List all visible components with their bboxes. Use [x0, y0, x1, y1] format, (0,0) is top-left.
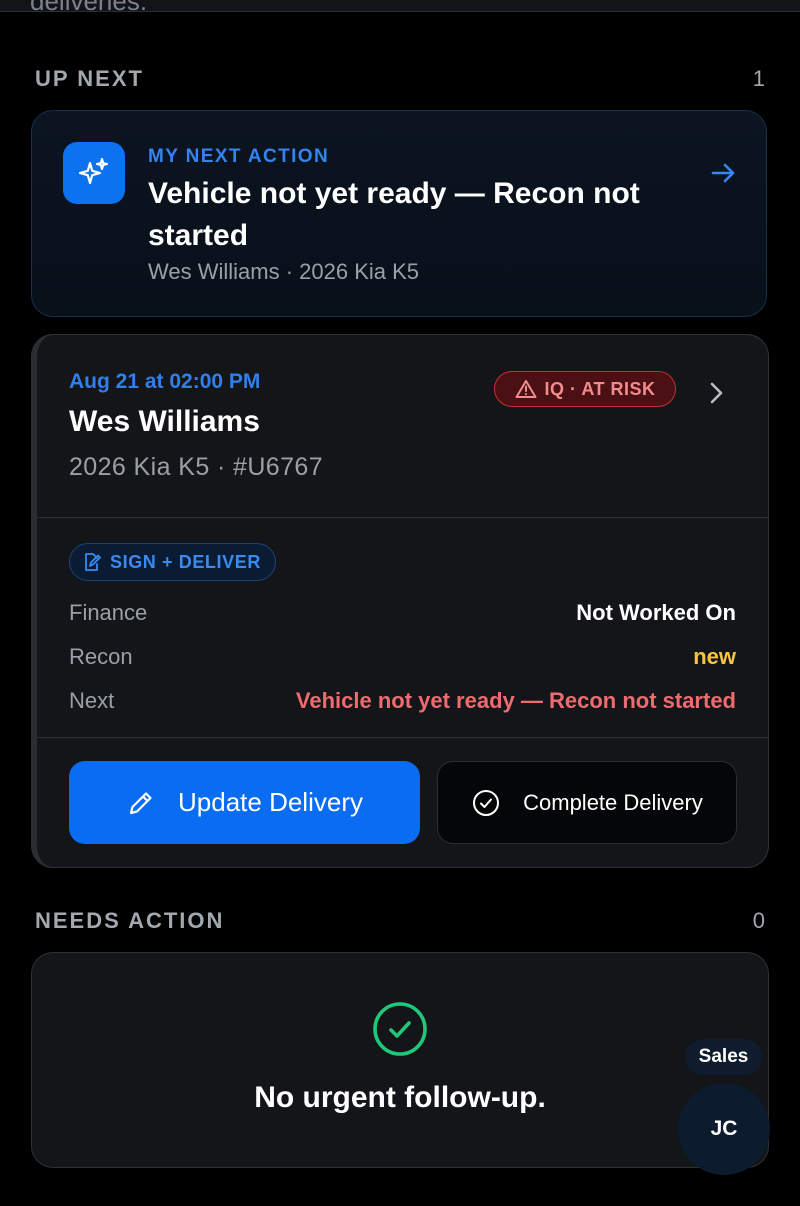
card-divider [37, 737, 768, 738]
info-label: Next [69, 688, 115, 713]
sparkles-icon [63, 142, 125, 204]
risk-badge-label: IQ · AT RISK [544, 378, 656, 399]
card-divider [37, 517, 768, 518]
customer-name: Wes Williams [69, 405, 260, 438]
warning-icon [515, 380, 536, 398]
needs-action-card: No urgent follow-up. [31, 952, 769, 1168]
next-action-card[interactable]: MY NEXT ACTION Vehicle not yet ready — R… [31, 110, 767, 317]
delivery-datetime: Aug 21 at 02:00 PM [69, 370, 261, 393]
next-action-kicker: MY NEXT ACTION [148, 146, 330, 167]
info-label: Recon [69, 644, 133, 669]
needs-action-count: 0 [752, 908, 765, 933]
info-value: Vehicle not yet ready — Recon not starte… [295, 688, 736, 713]
update-delivery-button[interactable]: Update Delivery [69, 761, 420, 844]
check-circle-icon [473, 789, 500, 816]
vehicle-info: 2026 Kia K5 · #U6767 [69, 453, 324, 481]
sign-document-icon [85, 553, 101, 571]
stage-label: SIGN + DELIVER [110, 551, 261, 572]
pencil-icon [129, 791, 152, 814]
complete-delivery-button[interactable]: Complete Delivery [437, 761, 737, 844]
delivery-card[interactable]: Aug 21 at 02:00 PM Wes Williams 2026 Kia… [31, 334, 769, 868]
avatar[interactable]: JC [678, 1083, 770, 1175]
needs-action-title: NEEDS ACTION [35, 908, 225, 933]
role-chip[interactable]: Sales [685, 1039, 762, 1075]
risk-badge: IQ · AT RISK [494, 371, 676, 407]
stage-pill: SIGN + DELIVER [69, 543, 276, 581]
up-next-count: 1 [752, 66, 765, 91]
empty-message: No urgent follow-up. [254, 1081, 546, 1114]
update-delivery-label: Update Delivery [178, 787, 363, 817]
up-next-title: UP NEXT [35, 66, 144, 91]
info-label: Finance [69, 600, 148, 625]
info-value: Not Worked On [576, 600, 736, 625]
up-next-header: UP NEXT 1 [35, 66, 765, 92]
next-action-subtitle: Wes Williams · 2026 Kia K5 [148, 259, 420, 284]
info-row-finance: Finance Not Worked On [69, 600, 736, 626]
complete-delivery-label: Complete Delivery [523, 789, 703, 815]
info-value: new [693, 644, 736, 669]
info-row-next: Next Vehicle not yet ready — Recon not s… [69, 688, 736, 714]
info-row-recon: Recon new [69, 644, 736, 670]
check-circle-icon [372, 1001, 428, 1057]
previous-section-text: deliveries. [30, 0, 148, 16]
next-action-title: Vehicle not yet ready — Recon not starte… [148, 177, 640, 252]
needs-action-header: NEEDS ACTION 0 [35, 908, 765, 934]
arrow-right-icon[interactable] [709, 160, 739, 186]
chevron-right-icon[interactable] [705, 380, 727, 406]
